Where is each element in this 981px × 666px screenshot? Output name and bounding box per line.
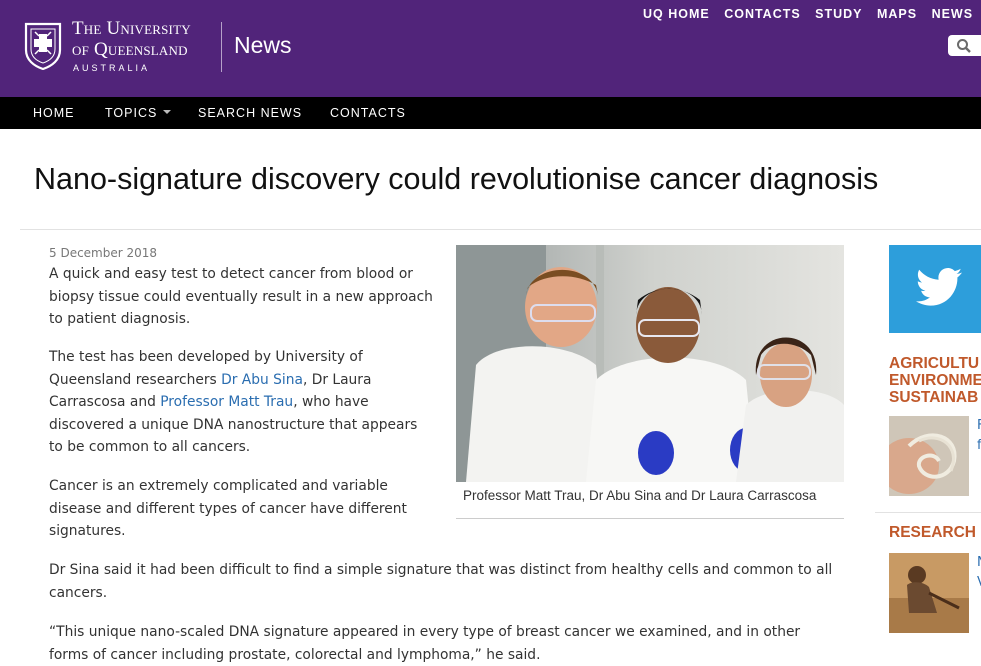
search-icon <box>957 39 971 53</box>
sidebar-snippet-1[interactable]: F f <box>977 416 981 456</box>
page-title: Nano-signature discovery could revolutio… <box>34 162 879 196</box>
header-divider <box>221 22 222 72</box>
nav-topics-label: TOPICS <box>105 106 158 120</box>
site-header: The University of Queensland AUSTRALIA N… <box>0 0 981 97</box>
top-link-contacts[interactable]: CONTACTS <box>724 7 801 21</box>
sidebar-section-agriculture[interactable]: AGRICULTU ENVIRONME SUSTAINAB <box>889 355 981 406</box>
uq-crest-icon[interactable] <box>24 22 62 70</box>
chevron-down-icon <box>163 110 172 115</box>
top-link-study[interactable]: STUDY <box>815 7 862 21</box>
sidebar-divider <box>875 512 981 513</box>
article-paragraph-2: The test has been developed by Universit… <box>49 346 434 459</box>
article-paragraph-3: Cancer is an extremely complicated and v… <box>49 478 407 539</box>
section1-line-1: AGRICULTU <box>889 355 980 372</box>
section1-line-2: ENVIRONME <box>889 372 981 389</box>
nav-home[interactable]: HOME <box>33 106 75 120</box>
university-line-2: of Queensland <box>72 39 188 60</box>
top-link-news[interactable]: NEWS <box>932 7 974 21</box>
nav-contacts[interactable]: CONTACTS <box>330 106 406 120</box>
site-title[interactable]: News <box>234 32 292 59</box>
twitter-button[interactable] <box>889 245 981 333</box>
top-link-maps[interactable]: MAPS <box>877 7 917 21</box>
photo-caption: Professor Matt Trau, Dr Abu Sina and Dr … <box>463 488 817 503</box>
article-paragraph-1: A quick and easy test to detect cancer f… <box>49 266 433 327</box>
top-link-uq-home[interactable]: UQ HOME <box>643 7 710 21</box>
title-divider <box>20 229 981 230</box>
search-button[interactable] <box>948 35 981 56</box>
article-paragraph-5: “This unique nano-scaled DNA signature a… <box>49 621 869 666</box>
link-professor-matt-trau[interactable]: Professor Matt Trau <box>160 394 293 410</box>
article-paragraph-4: Dr Sina said it had been difficult to fi… <box>49 562 833 601</box>
article-photo[interactable] <box>456 245 844 482</box>
university-line-3: AUSTRALIA <box>73 63 151 73</box>
paragraph-5-line-1: “This unique nano-scaled DNA signature a… <box>49 624 801 640</box>
main-nav: HOME TOPICS SEARCH NEWS CONTACTS <box>0 97 981 129</box>
sidebar-thumb-1[interactable] <box>889 416 969 496</box>
paragraph-5-line-2: forms of cancer including prostate, colo… <box>49 646 541 663</box>
section1-line-3: SUSTAINAB <box>889 389 979 406</box>
university-line-1: The University <box>72 18 191 39</box>
link-dr-abu-sina[interactable]: Dr Abu Sina <box>221 372 303 388</box>
sidebar-snippet-2[interactable]: N V <box>977 553 981 593</box>
article-date: 5 December 2018 <box>49 246 158 260</box>
top-links: UQ HOME CONTACTS STUDY MAPS NEWS EV <box>643 5 981 23</box>
nav-topics[interactable]: TOPICS <box>105 106 172 120</box>
caption-divider <box>456 518 844 519</box>
sidebar-thumb-2[interactable] <box>889 553 969 633</box>
twitter-bird-icon <box>916 268 962 306</box>
sidebar-section-research[interactable]: RESEARCH <box>889 524 976 541</box>
nav-search-news[interactable]: SEARCH NEWS <box>198 106 302 120</box>
university-wordmark[interactable]: The University of Queensland AUSTRALIA <box>72 18 191 73</box>
